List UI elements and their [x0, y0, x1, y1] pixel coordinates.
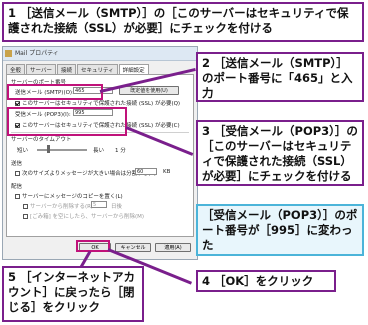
callout-text: ［送信メール（SMTP）］の［このサーバーはセキュリティで保護された接続（SSL… [8, 6, 349, 35]
leave-copy-checkbox[interactable] [15, 194, 20, 199]
smtp-highlight [7, 84, 103, 100]
smtp-ssl-checkbox[interactable] [15, 101, 20, 106]
step-number: 4 [202, 274, 211, 288]
step-number: 5 [8, 270, 17, 284]
remove-after-label: サーバーから削除する(R) [30, 204, 94, 210]
step-number: 2 [202, 56, 211, 70]
timeout-value: 1 分 [115, 148, 126, 154]
remove-days-field[interactable]: 5 [91, 201, 107, 208]
timeout-slider[interactable] [37, 149, 87, 151]
remove-deleted-row[interactable]: [ごみ箱] を空にしたら、サーバーから削除(M) [23, 212, 144, 220]
delivery-heading: 配信 [11, 184, 23, 190]
callout-step-3: 3 ［受信メール（POP3）］の［このサーバーはセキュリティで保護された接続（S… [196, 120, 364, 186]
callout-text: ［送信メール（SMTP）］のポート番号に「465」と入力 [202, 56, 353, 100]
callout-text: ［OK］をクリック [214, 274, 314, 288]
mail-properties-dialog: Mail プロパティ 全般 サーバー 接続 セキュリティ 詳細設定 サーバーのポ… [2, 46, 198, 260]
mail-icon [5, 50, 12, 57]
timeout-slider-thumb[interactable] [47, 145, 50, 153]
remove-after-checkbox[interactable] [23, 204, 28, 209]
sending-heading: 送信 [11, 161, 23, 167]
use-defaults-button[interactable]: 既定値を使用(U) [119, 86, 179, 95]
callout-step-1: 1 ［送信メール（SMTP）］の［このサーバーはセキュリティで保護された接続（S… [2, 2, 364, 42]
pop3-highlight [7, 107, 127, 136]
leave-copy-label: サーバーにメッセージのコピーを置く(L) [22, 194, 123, 200]
remove-deleted-checkbox[interactable] [23, 214, 28, 219]
smtp-ssl-row[interactable]: このサーバーはセキュリティで保護された接続 (SSL) が必要(Q) [15, 99, 180, 107]
timeout-heading: サーバーのタイムアウト [11, 137, 72, 143]
callout-text: ［受信メール（POP3）］の［このサーバーはセキュリティで保護された接続（SSL… [202, 124, 358, 183]
timeout-short-label: 短い [17, 148, 29, 154]
remove-after-row[interactable]: サーバーから削除する(R) [23, 202, 93, 210]
dialog-titlebar: Mail プロパティ [3, 47, 197, 61]
note-pop3-port: ［受信メール（POP3）］のポート番号が［995］に変わった [196, 204, 364, 256]
leave-copy-row[interactable]: サーバーにメッセージのコピーを置く(L) [15, 192, 123, 200]
dialog-title: Mail プロパティ [15, 50, 59, 57]
timeout-long-label: 長い [93, 148, 105, 154]
callout-step-2: 2 ［送信メール（SMTP）］のポート番号に「465」と入力 [196, 52, 364, 102]
callout-step-5: 5 ［インターネットアカウント］に戻ったら［閉じる］をクリック [2, 266, 144, 322]
split-size-field[interactable]: 60 [135, 168, 157, 175]
callout-step-4: 4 ［OK］をクリック [196, 270, 336, 292]
step-number: 1 [8, 6, 17, 20]
cancel-button[interactable]: キャンセル [115, 243, 151, 252]
ok-highlight [76, 240, 110, 252]
apply-button[interactable]: 適用(A) [155, 243, 191, 252]
split-checkbox[interactable] [15, 171, 20, 176]
split-unit: KB [163, 169, 171, 175]
remove-deleted-label: [ごみ箱] を空にしたら、サーバーから削除(M) [30, 214, 145, 220]
note-text: ［受信メール（POP3）］のポート番号が［995］に変わった [202, 208, 358, 252]
callout-text: ［インターネットアカウント］に戻ったら［閉じる］をクリック [8, 270, 136, 314]
step-number: 3 [202, 124, 211, 138]
remove-days-unit: 日後 [111, 204, 123, 210]
